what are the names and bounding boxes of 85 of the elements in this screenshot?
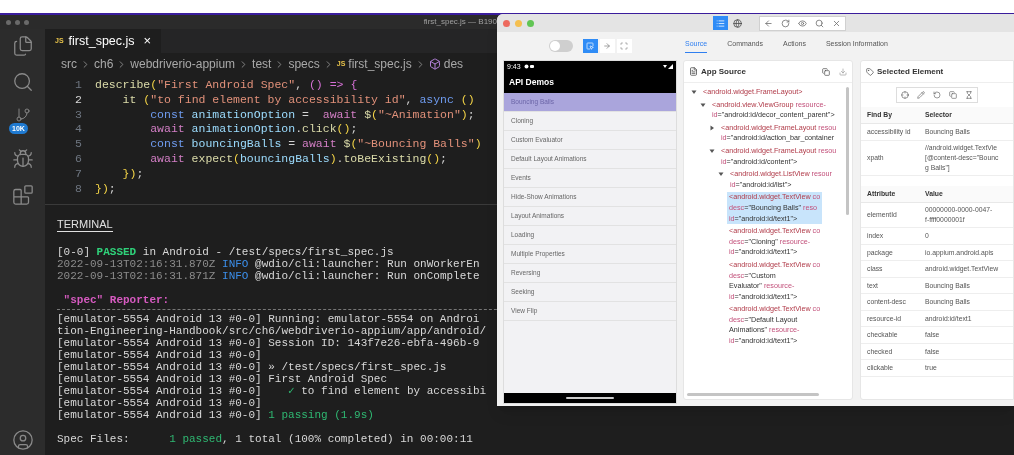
line-number: 5: [74, 137, 83, 152]
card-title: App Source: [701, 65, 746, 78]
crosshair-icon[interactable]: [901, 91, 909, 99]
line-number: 8: [74, 181, 83, 197]
breadcrumb-item[interactable]: specs: [288, 55, 320, 73]
terminal-line: [emulator-5554 Android 13 #0-0]: [57, 397, 262, 410]
panel-tab[interactable]: TERMINAL: [57, 218, 113, 233]
caret-icon[interactable]: [691, 89, 697, 95]
breadcrumb-item[interactable]: src: [61, 55, 77, 73]
search-icon[interactable]: [815, 18, 824, 28]
scrollbar[interactable]: [687, 392, 819, 396]
pencil-icon[interactable]: [917, 91, 925, 99]
files-icon[interactable]: [11, 35, 34, 57]
breadcrumb-item[interactable]: des: [443, 55, 464, 73]
mode-button[interactable]: [582, 39, 598, 53]
app-title: API Demos: [509, 76, 554, 89]
home-indicator[interactable]: [566, 397, 614, 399]
caret-icon[interactable]: [700, 101, 706, 108]
code-line: });: [95, 181, 116, 197]
line-number: 4: [74, 122, 83, 138]
caret-icon[interactable]: [718, 171, 724, 178]
search-icon[interactable]: [11, 71, 34, 93]
copy-icon[interactable]: [822, 67, 830, 76]
signal-icon: [663, 64, 673, 69]
download-icon[interactable]: [839, 67, 847, 76]
code-line: const animationOption = await $("~Animation");: [149, 107, 475, 123]
hourglass-icon[interactable]: [965, 91, 973, 99]
refresh-icon[interactable]: [781, 18, 790, 28]
cube-icon: [428, 58, 441, 70]
caret-icon[interactable]: [709, 124, 715, 131]
pointer-icon: [586, 42, 594, 50]
eye-icon[interactable]: [798, 18, 807, 28]
scan-icon: [620, 42, 628, 50]
code-line: describe("First Android Spec", () => {: [95, 78, 358, 93]
card-title: Selected Element: [877, 65, 944, 78]
breadcrumb-item[interactable]: first_spec.js: [348, 55, 412, 73]
code-line: const bouncingBalls = await $("~Bouncing Balls"): [149, 137, 482, 152]
code-line: await animationOption.click();: [149, 122, 358, 138]
terminal-line: [emulator-5554 Android 13 #0-0] Session ID: 143f7e26-ebfa-496b-9: [57, 337, 480, 350]
line-number: 7: [74, 166, 83, 182]
globe-icon: [733, 18, 742, 28]
terminal-line: [0-0] PASSED in Android - /test/specs/first_spec.js: [57, 246, 394, 259]
code-line: });: [121, 166, 144, 182]
terminal-line: [emulator-5554 Android 13 #0-0] 1 passing (1.9s): [57, 409, 374, 422]
close-icon[interactable]: [832, 18, 841, 28]
rotate-icon[interactable]: [933, 91, 941, 99]
account-icon[interactable]: [11, 429, 34, 451]
bug-icon[interactable]: [11, 148, 34, 170]
toggle-switch[interactable]: [548, 40, 573, 52]
window-title: first_spec.js — B190: [423, 17, 497, 27]
zoom-window-button[interactable]: [527, 19, 534, 27]
reporter-heading: "spec" Reporter:: [62, 294, 170, 307]
terminal-line: 2022-09-13T02:16:31.871Z INFO @wdio/cli:launcher: Run onComplete: [57, 270, 480, 283]
terminal-line: Spec Files: 1 passed, 1 total (100% completed) in 00:00:11: [57, 433, 473, 446]
tag-icon: [866, 67, 874, 76]
extensions-icon[interactable]: [11, 184, 34, 206]
arrow-right-icon: [603, 42, 611, 50]
status-icons-icon: [523, 64, 534, 69]
breadcrumb-item[interactable]: ch6: [94, 55, 114, 73]
list-icon: [716, 18, 725, 28]
code-line: await expect(bouncingBalls).toBeExisting();: [149, 152, 447, 167]
terminal-line: tion-Engineering-Handbook/src/ch6/webdriverio-appium/app/android/: [57, 325, 487, 338]
source-control-icon[interactable]: [14, 107, 31, 123]
terminal-line: [emulator-5554 Android 13 #0-0] First Android Spec: [57, 373, 388, 386]
terminal-line: [emulator-5554 Android 13 #0-0] ✓ to find element by accessibi: [57, 385, 487, 398]
line-number: 2: [74, 92, 83, 108]
code-line: it ("to find element by accessibility id", async (): [121, 92, 475, 108]
breadcrumb-item[interactable]: webdriverio-appium: [130, 55, 236, 73]
copy-icon[interactable]: [949, 91, 957, 99]
terminal-line: [emulator-5554 Android 13 #0-0] » /test/specs/first_spec.js: [57, 361, 447, 374]
back-icon[interactable]: [764, 18, 773, 28]
close-window-button[interactable]: [503, 19, 510, 27]
caret-icon[interactable]: [709, 147, 715, 154]
terminal-line: 2022-09-13T02:16:31.870Z INFO @wdio/cli:launcher: Run onWorkerEn: [57, 258, 480, 271]
scrollbar[interactable]: [846, 87, 849, 215]
line-number: 3: [74, 107, 83, 123]
line-number: 6: [74, 152, 83, 167]
document-icon: [689, 67, 698, 76]
web-mode-button[interactable]: [730, 16, 745, 30]
breadcrumb-item[interactable]: test: [252, 55, 272, 73]
terminal-line: [emulator-5554 Android 13 #0-0]: [57, 349, 262, 362]
line-number: 1: [74, 78, 83, 93]
mode-button[interactable]: [599, 39, 615, 53]
terminal-line: [emulator-5554 Android 13 #0-0] Running: emulator-5554 on Androi: [57, 313, 480, 326]
native-mode-button[interactable]: [713, 16, 728, 30]
